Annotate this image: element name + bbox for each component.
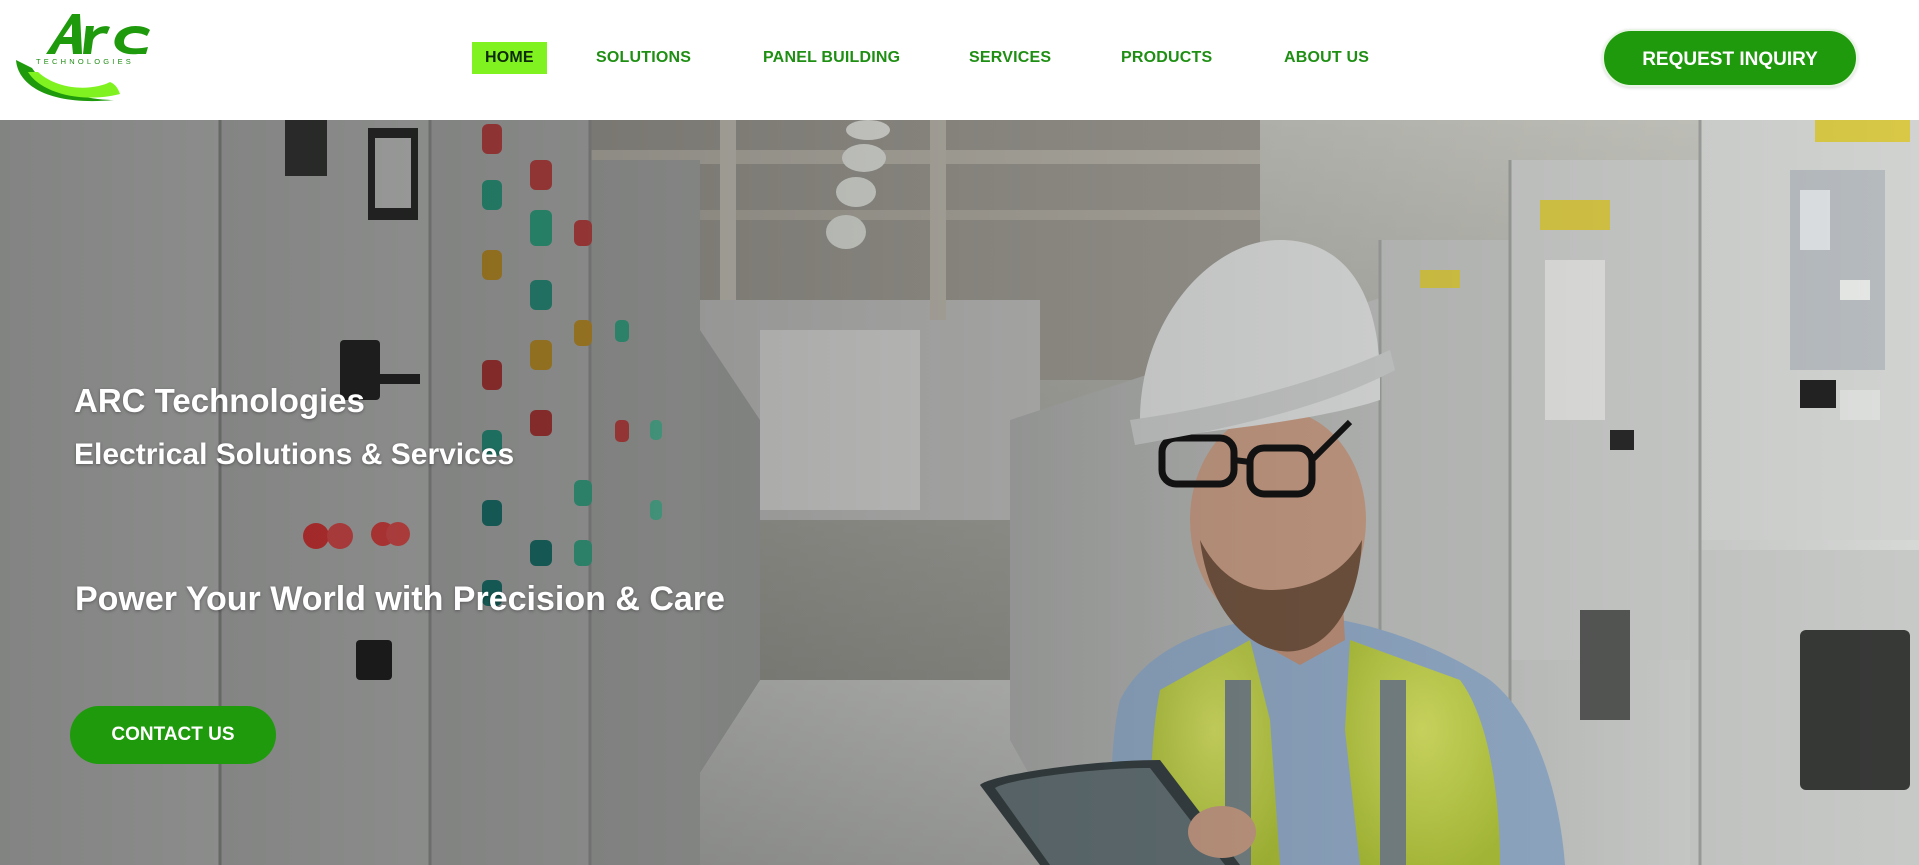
- hero-title: ARC Technologies: [74, 382, 365, 419]
- contact-us-button[interactable]: CONTACT US: [70, 706, 276, 764]
- logo-graphic: TECHNOLOGIES: [16, 14, 150, 102]
- site-header: TECHNOLOGIES HOME SOLUTIONS PANEL BUILDI…: [0, 0, 1919, 120]
- logo-subtext: TECHNOLOGIES: [36, 57, 134, 66]
- nav-item-about-us[interactable]: ABOUT US: [1284, 42, 1369, 74]
- nav-item-panel-building[interactable]: PANEL BUILDING: [763, 42, 900, 74]
- hero-tagline: Power Your World with Precision & Care: [75, 580, 725, 618]
- hero-overlay: [0, 120, 1919, 865]
- arc-technologies-logo[interactable]: TECHNOLOGIES: [10, 8, 160, 108]
- request-inquiry-button[interactable]: REQUEST INQUIRY: [1602, 29, 1858, 87]
- nav-item-products[interactable]: PRODUCTS: [1121, 42, 1212, 74]
- nav-item-solutions[interactable]: SOLUTIONS: [596, 42, 691, 74]
- hero-section: ARC Technologies Electrical Solutions & …: [0, 120, 1919, 865]
- hero-subtitle: Electrical Solutions & Services: [74, 438, 515, 471]
- nav-item-services[interactable]: SERVICES: [969, 42, 1051, 74]
- nav-item-home[interactable]: HOME: [472, 42, 547, 74]
